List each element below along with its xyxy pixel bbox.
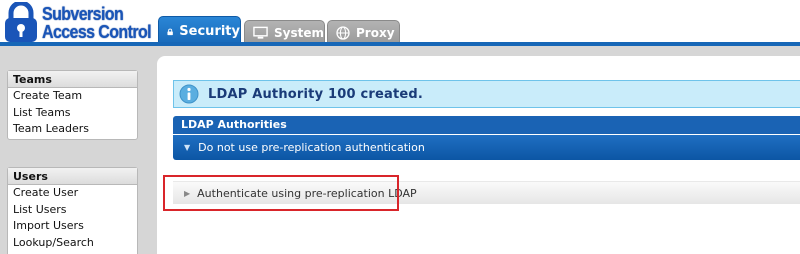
sidebar-item-lookup-search[interactable]: Lookup/Search	[8, 235, 137, 252]
header: Subversion Access Control Security Syste…	[0, 0, 800, 46]
sidebar-item-list-users[interactable]: List Users	[8, 202, 137, 219]
lock-logo-icon	[5, 2, 37, 42]
highlight-box	[163, 175, 399, 211]
sidebar-item-create-team[interactable]: Create Team	[8, 88, 137, 105]
app-root: Subversion Access Control Security Syste…	[0, 0, 800, 254]
option-no-pre-replication[interactable]: ▼ Do not use pre-replication authenticat…	[173, 135, 800, 160]
tab-proxy-label: Proxy	[356, 25, 395, 40]
info-icon	[179, 84, 199, 104]
sidebar-users-box: Users Create User List Users Import User…	[7, 167, 138, 254]
sidebar-item-list-teams[interactable]: List Teams	[8, 105, 137, 122]
app-title-line2: Access Control	[42, 23, 152, 43]
app-logo[interactable]: Subversion Access Control	[2, 2, 154, 44]
app-title-line1: Subversion	[42, 4, 124, 25]
app-title: Subversion Access Control	[42, 4, 152, 43]
option-no-pre-replication-label: Do not use pre-replication authenticatio…	[198, 141, 425, 154]
tab-proxy[interactable]: Proxy	[327, 20, 400, 44]
tab-system[interactable]: System	[244, 20, 325, 44]
tab-system-label: System	[274, 25, 324, 40]
sidebar-teams-box: Teams Create Team List Teams Team Leader…	[7, 70, 138, 140]
globe-icon	[336, 25, 350, 40]
tab-security-label: Security	[179, 24, 240, 39]
info-message: LDAP Authority 100 created.	[208, 86, 424, 102]
sidebar-item-create-user[interactable]: Create User	[8, 185, 137, 202]
sidebar-teams-title: Teams	[8, 71, 137, 88]
sidebar-item-import-users[interactable]: Import Users	[8, 218, 137, 235]
sidebar-users-title: Users	[8, 168, 137, 185]
lock-icon	[167, 28, 173, 35]
triangle-down-icon: ▼	[184, 143, 191, 152]
monitor-icon	[253, 26, 268, 39]
tab-bar-divider	[0, 42, 800, 46]
info-banner: LDAP Authority 100 created.	[173, 80, 800, 108]
ldap-panel-title: LDAP Authorities	[173, 116, 800, 134]
sidebar-item-team-leaders[interactable]: Team Leaders	[8, 121, 137, 138]
